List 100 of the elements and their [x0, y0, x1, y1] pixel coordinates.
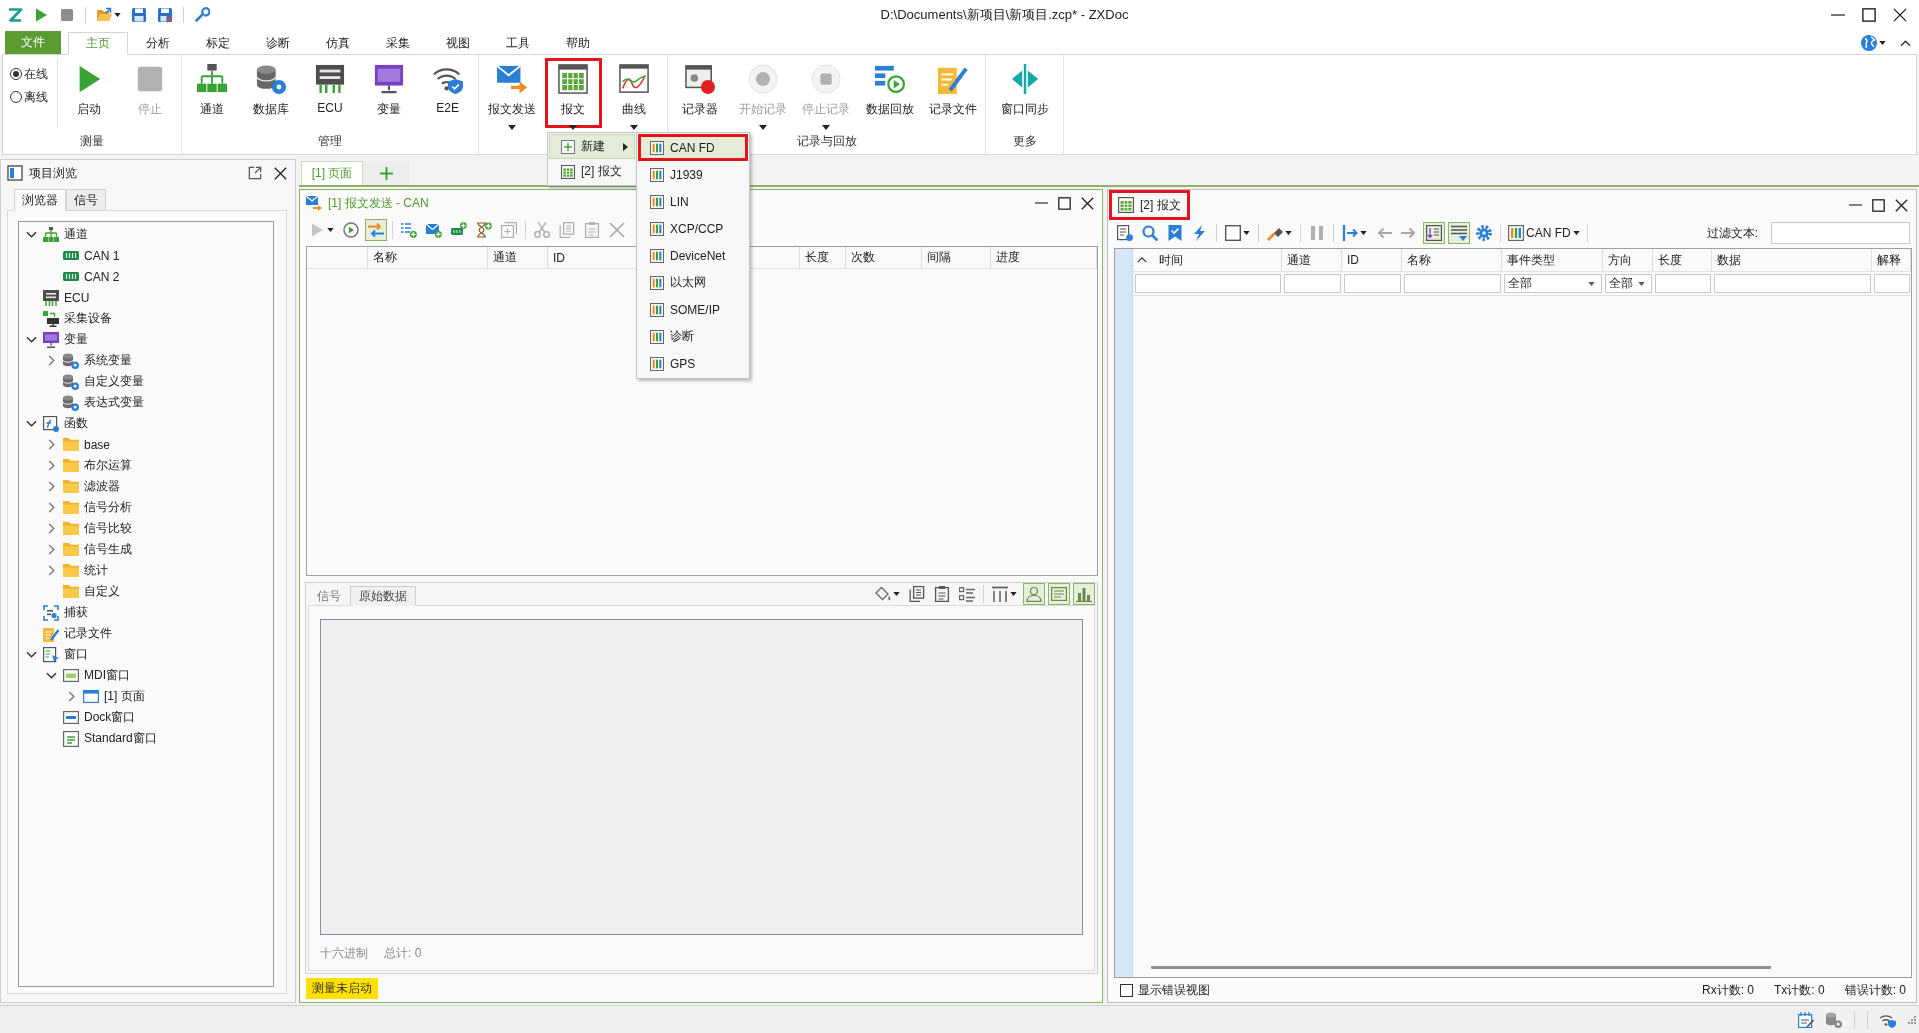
chevron-up-icon[interactable]	[1137, 257, 1147, 263]
chevron-right-icon[interactable]	[47, 544, 55, 555]
menu-item[interactable]: DeviceNet	[638, 242, 748, 269]
column-header[interactable]: ID	[1347, 253, 1359, 267]
pop-out-icon[interactable]	[248, 166, 262, 180]
menu-item[interactable]: J1939	[638, 161, 748, 188]
chevron-right-icon[interactable]	[67, 691, 75, 702]
maximize-icon[interactable]	[1058, 196, 1071, 210]
filter-text-field[interactable]	[1771, 222, 1910, 244]
ribbon-tab[interactable]: 工具	[488, 32, 548, 55]
ribbon-tab[interactable]: 诊断	[248, 32, 308, 55]
radio-button[interactable]	[10, 68, 22, 80]
tree-item[interactable]: 采集设备	[64, 310, 112, 327]
menu-item[interactable]: 新建	[549, 134, 635, 159]
chevron-down-icon[interactable]	[25, 420, 37, 427]
filter-field[interactable]	[1284, 274, 1341, 293]
filter-field[interactable]	[1874, 274, 1910, 293]
ribbon-button[interactable]: E2E	[419, 58, 477, 128]
column-header[interactable]: 间隔	[927, 249, 951, 266]
wrench-icon[interactable]	[194, 7, 210, 23]
folder-icon[interactable]	[96, 7, 112, 23]
column-header[interactable]: 次数	[851, 249, 875, 266]
play-icon[interactable]	[33, 7, 49, 23]
filter-field[interactable]	[1655, 274, 1711, 293]
horizontal-scrollbar[interactable]	[1151, 966, 1771, 969]
filter-select[interactable]: 全部	[1504, 274, 1602, 293]
tree-item[interactable]: CAN 2	[84, 269, 120, 284]
ribbon-button[interactable]: 数据回放	[858, 58, 921, 128]
save-icon[interactable]	[131, 7, 147, 23]
toolbar-button[interactable]	[1139, 222, 1161, 244]
menu-item[interactable]: SOME/IP	[638, 296, 748, 323]
chevron-down-icon[interactable]	[25, 336, 37, 343]
protocol-dropdown[interactable]: CAN FD	[1506, 222, 1582, 244]
tree-item[interactable]: 信号分析	[84, 499, 132, 516]
tree-item[interactable]: 通道	[64, 226, 88, 243]
toolbar-button[interactable]	[1448, 222, 1470, 244]
toolbar-button[interactable]	[365, 219, 387, 241]
checkbox[interactable]	[1120, 983, 1133, 997]
column-header[interactable]: 事件类型	[1507, 251, 1555, 269]
tree-item[interactable]: 捕获	[64, 604, 88, 621]
notes-icon[interactable]	[1798, 1011, 1814, 1028]
tree-item[interactable]: Dock窗口	[84, 709, 136, 726]
filter-field[interactable]	[1714, 274, 1871, 293]
ribbon-tab[interactable]: 帮助	[548, 32, 608, 55]
ribbon-tab[interactable]: 分析	[128, 32, 188, 55]
column-header[interactable]: 名称	[373, 249, 397, 266]
tree-item[interactable]: 变量	[64, 331, 88, 348]
column-header[interactable]: 解释	[1877, 251, 1901, 269]
database-icon[interactable]	[1826, 1011, 1842, 1028]
ribbon-button[interactable]: 窗口同步	[992, 58, 1057, 128]
tree-item[interactable]: 信号比较	[84, 520, 132, 537]
menu-item[interactable]: CAN FD	[638, 134, 748, 161]
ribbon-button[interactable]: 通道	[183, 58, 241, 128]
filter-select[interactable]: 全部	[1605, 274, 1652, 293]
maximize-icon[interactable]	[1872, 198, 1885, 212]
ribbon-tab[interactable]: 仿真	[308, 32, 368, 55]
column-header[interactable]: 时间	[1159, 251, 1183, 269]
toolbar-button[interactable]	[1073, 582, 1095, 605]
filter-field[interactable]	[1404, 274, 1501, 293]
panel-tab[interactable]: 浏览器	[14, 189, 66, 211]
ribbon-button[interactable]: 记录文件	[921, 58, 984, 128]
tree-item[interactable]: 布尔运算	[84, 457, 132, 474]
chevron-right-icon[interactable]	[47, 502, 55, 513]
chevron-right-icon[interactable]	[47, 481, 55, 492]
panel-tab[interactable]: 信号	[308, 586, 350, 606]
ribbon-button[interactable]: 报文	[544, 58, 602, 128]
tree-item[interactable]: 自定义变量	[84, 373, 144, 390]
toolbar-button[interactable]	[1023, 582, 1045, 605]
ribbon-button[interactable]: 记录器	[669, 58, 732, 128]
ribbon-button[interactable]: 数据库	[242, 58, 300, 128]
chevron-up-icon[interactable]	[1900, 39, 1911, 47]
ribbon-tab[interactable]: 采集	[368, 32, 428, 55]
tree-item[interactable]: 滤波器	[84, 478, 120, 495]
chevron-down-icon[interactable]	[25, 231, 37, 238]
column-header[interactable]: ID	[553, 250, 565, 265]
maximize-icon[interactable]	[1862, 8, 1876, 22]
stop-icon[interactable]	[59, 7, 75, 23]
tree-item[interactable]: Standard窗口	[84, 730, 157, 747]
tree-item[interactable]: base	[84, 437, 111, 452]
column-header[interactable]: 进度	[996, 249, 1020, 266]
tree-item[interactable]: 系统变量	[84, 352, 132, 369]
ribbon-button[interactable]: 启动	[60, 58, 119, 128]
tree-item[interactable]: MDI窗口	[84, 667, 130, 684]
ribbon-button[interactable]: 曲线	[605, 58, 663, 128]
column-header[interactable]: 数据	[1717, 251, 1741, 269]
toolbar-button[interactable]	[340, 219, 362, 241]
toolbar-button[interactable]	[1423, 222, 1445, 244]
menu-item[interactable]: 诊断	[638, 323, 748, 350]
logo-icon[interactable]	[7, 7, 23, 23]
column-header[interactable]: 方向	[1608, 251, 1632, 269]
column-header[interactable]: 通道	[1287, 251, 1311, 269]
ribbon-button[interactable]: ECU	[301, 58, 359, 128]
close-icon[interactable]	[274, 166, 287, 180]
filter-field[interactable]	[1135, 274, 1281, 293]
ribbon-button[interactable]: 报文发送	[483, 58, 541, 128]
tree-item[interactable]: CAN 1	[84, 248, 120, 263]
menu-item[interactable]: XCP/CCP	[638, 215, 748, 242]
document-tab[interactable]: [1] 页面	[301, 161, 363, 185]
column-header[interactable]: 名称	[1407, 251, 1431, 269]
chevron-right-icon[interactable]	[47, 460, 55, 471]
